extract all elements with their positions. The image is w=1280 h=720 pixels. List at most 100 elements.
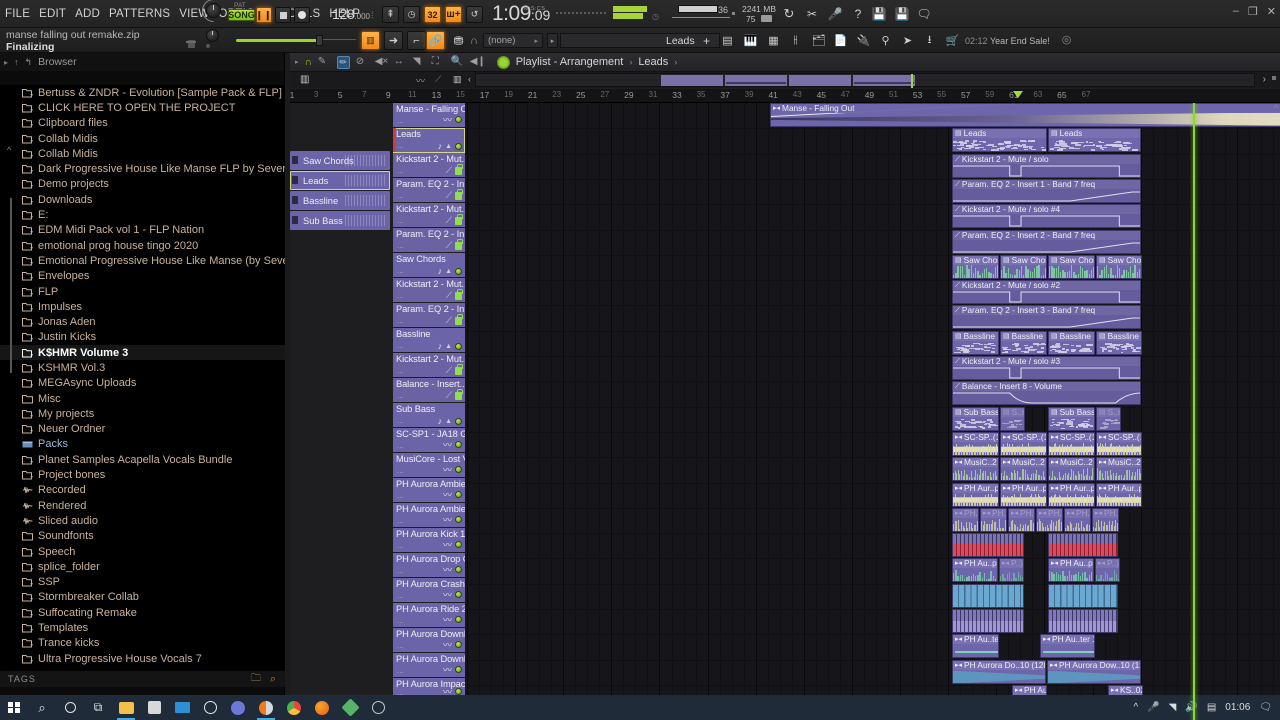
search-icon[interactable]: ⌕ <box>28 695 56 720</box>
track-options-icon[interactable]: ... <box>397 416 404 425</box>
browser-item[interactable]: MEGAsync Uploads <box>0 376 285 391</box>
playlist-clip[interactable]: ▸◂MusiC..2 (B) <box>952 457 999 481</box>
track-header[interactable]: Param. EQ 2 - In..... ⟋ <box>393 178 465 203</box>
track-options-icon[interactable]: ... <box>397 141 404 150</box>
browser-item[interactable]: Clipboard files <box>0 116 285 131</box>
metronome-button[interactable]: ⛃ <box>449 31 468 50</box>
export-button[interactable]: ➤ <box>898 31 917 50</box>
track-options-icon[interactable]: ... <box>397 541 404 550</box>
countdown-button[interactable]: ↺ <box>466 6 483 23</box>
volume-icon[interactable]: 🔊 <box>1185 702 1197 713</box>
browser-item[interactable]: Templates <box>0 620 285 635</box>
track-header[interactable]: Kickstart 2 - Mut..... ⟋ <box>393 203 465 228</box>
slip-tool-icon[interactable]: ◀× <box>375 56 388 69</box>
playlist-clip[interactable]: ▸◂MusiC..2 (B) <box>1096 457 1142 481</box>
playlist-clip[interactable]: ▤Saw Chords <box>1000 255 1047 279</box>
download-button[interactable]: ⭳ <box>920 31 939 50</box>
browser-item[interactable]: Ultra Progressive House Vocals 7 <box>0 651 285 666</box>
browser-item[interactable]: Justin Kicks <box>0 330 285 345</box>
file-explorer-icon[interactable] <box>112 695 140 720</box>
playlist-menu-icon[interactable] <box>497 56 510 69</box>
track-led[interactable] <box>455 466 462 473</box>
microphone-icon[interactable]: 🎤 <box>1147 702 1159 713</box>
playlist-clip[interactable]: ▸◂ PH.. <box>1064 508 1091 532</box>
tempo-tap-button[interactable]: ⚲ <box>876 31 895 50</box>
mini-track-list[interactable]: Saw Chords Leads Bassline Sub Bass <box>290 151 390 231</box>
track-led[interactable] <box>455 616 462 623</box>
track-options-icon[interactable]: ... <box>397 566 404 575</box>
sale-close-button[interactable]: ◎ <box>1059 32 1074 47</box>
scroll-up-icon[interactable]: ^ <box>7 145 11 155</box>
playlist-clip[interactable]: ▤ Leads <box>952 128 1047 152</box>
browser-item[interactable]: Stormbreaker Collab <box>0 590 285 605</box>
globe-icon[interactable] <box>364 695 392 720</box>
lock-icon[interactable] <box>455 192 462 200</box>
playlist-clip[interactable]: ▸◂PH Au..ter 1 <box>952 634 999 658</box>
playlist-clip[interactable]: ▸◂SC-SP..(120) <box>1096 432 1142 456</box>
cut-button[interactable]: ✂ <box>803 5 821 23</box>
playlist-clip[interactable]: ▤ Bassline <box>1096 331 1142 355</box>
playlist-clip[interactable]: ▤ Sub Bass <box>952 407 999 431</box>
chevron-right-icon[interactable]: ▸ <box>4 58 8 67</box>
playlist-clip[interactable]: ▸◂PH Aur..pm) <box>1096 483 1142 507</box>
browser-item[interactable]: Neuer Ordner <box>0 422 285 437</box>
track-header[interactable]: Kickstart 2 - Mut..... ⟋ <box>393 278 465 303</box>
playlist-clip[interactable] <box>952 584 1024 608</box>
track-header[interactable]: PH Aurora Ambien.....〰 <box>393 503 465 528</box>
playlist-clip[interactable]: ▸◂PH Au..ter 1 <box>1040 634 1095 658</box>
browser-item[interactable]: Recorded <box>0 483 285 498</box>
track-led[interactable] <box>455 116 462 123</box>
track-led[interactable] <box>455 143 462 150</box>
track-options-icon[interactable]: ... <box>397 266 404 275</box>
track-header[interactable]: PH Aurora Downlif.....〰 <box>393 653 465 678</box>
playlist-clip[interactable]: ▤ S..s <box>1000 407 1025 431</box>
browser-button[interactable]: 🗂 <box>809 31 828 50</box>
track-options-icon[interactable]: ... <box>397 441 404 450</box>
playlist-clip[interactable] <box>952 533 1024 557</box>
link-button[interactable]: 🔗 <box>426 31 445 50</box>
menu-item-patterns[interactable]: PATTERNS <box>108 6 171 22</box>
playlist-clip[interactable]: ⟋ Param. EQ 2 - Insert 1 - Band 7 freq <box>952 179 1141 203</box>
automation-small-icon[interactable]: ⟋ <box>435 74 441 85</box>
playlist-clip[interactable]: ▸◂PH Au..pm) <box>1048 558 1094 582</box>
pattern-dropdown[interactable]: (none) ▸ <box>483 33 543 48</box>
playlist-grid[interactable]: ▸◂ Manse - Falling Out ▤ Leads ▤ Leads ⟋ Kickst… <box>465 103 1280 720</box>
mail-icon[interactable] <box>168 695 196 720</box>
playlist-clip[interactable]: ▸◂PH Aur..pm) <box>1048 483 1095 507</box>
browser-item[interactable]: Collab Midis <box>0 131 285 146</box>
track-led[interactable] <box>455 591 462 598</box>
browser-item[interactable]: Speech <box>0 544 285 559</box>
track-led[interactable] <box>455 491 462 498</box>
playlist-clip[interactable]: ▤ Bassline <box>1048 331 1095 355</box>
browser-item[interactable]: Emotional Progressive House Like Manse (… <box>0 253 285 268</box>
browser-item[interactable]: Jonas Aden <box>0 314 285 329</box>
fl-studio-icon[interactable] <box>252 695 280 720</box>
store-icon[interactable] <box>140 695 168 720</box>
grid-scroll-up-icon[interactable]: ^ <box>1274 103 1278 113</box>
playlist-clip[interactable]: ▸◂MusiC..2 (B) <box>1048 457 1095 481</box>
project-picker-button[interactable]: 📄 <box>831 31 850 50</box>
help-button[interactable]: ? <box>849 5 867 23</box>
track-options-icon[interactable]: ... <box>397 241 404 250</box>
playlist-clip[interactable] <box>1048 609 1118 633</box>
track-led[interactable] <box>455 541 462 548</box>
browser-file-list[interactable]: Bertuss & ZNDR - Evolution [Sample Pack … <box>0 85 285 685</box>
headphone-icon[interactable]: ∩ <box>305 57 312 68</box>
track-header[interactable]: MusiCore - Lost Vo.....〰 <box>393 453 465 478</box>
playhead-marker[interactable] <box>1013 91 1023 98</box>
browser-item[interactable]: KSHMR Vol.3 <box>0 360 285 375</box>
playlist-clip[interactable]: ⟋ Kickstart 2 - Mute / solo #4 <box>952 204 1141 228</box>
track-led[interactable] <box>455 418 462 425</box>
menu-item-add[interactable]: ADD <box>74 6 101 22</box>
track-header[interactable]: Sub Bass... ♪ ▲ <box>393 403 465 428</box>
playlist-clip[interactable]: ▸◂SC-SP..(120) <box>1048 432 1095 456</box>
save-as-button[interactable]: 💾 <box>893 5 911 23</box>
track-header[interactable]: PH Aurora Crash 5... 〰 <box>393 578 465 603</box>
playlist-clip[interactable]: ▸◂ P..) <box>999 558 1024 582</box>
playlist-clip[interactable] <box>1048 533 1118 557</box>
playlist-clip[interactable]: ⟋ Param. EQ 2 - Insert 3 - Band 7 freq <box>952 305 1141 329</box>
select-tool-icon[interactable]: ◥ <box>413 56 426 69</box>
waveform-small-icon[interactable]: 〰 <box>416 74 425 87</box>
mini-track[interactable]: Sub Bass <box>290 211 390 230</box>
tempo-spinner-icon[interactable]: ⁞ <box>371 10 374 20</box>
